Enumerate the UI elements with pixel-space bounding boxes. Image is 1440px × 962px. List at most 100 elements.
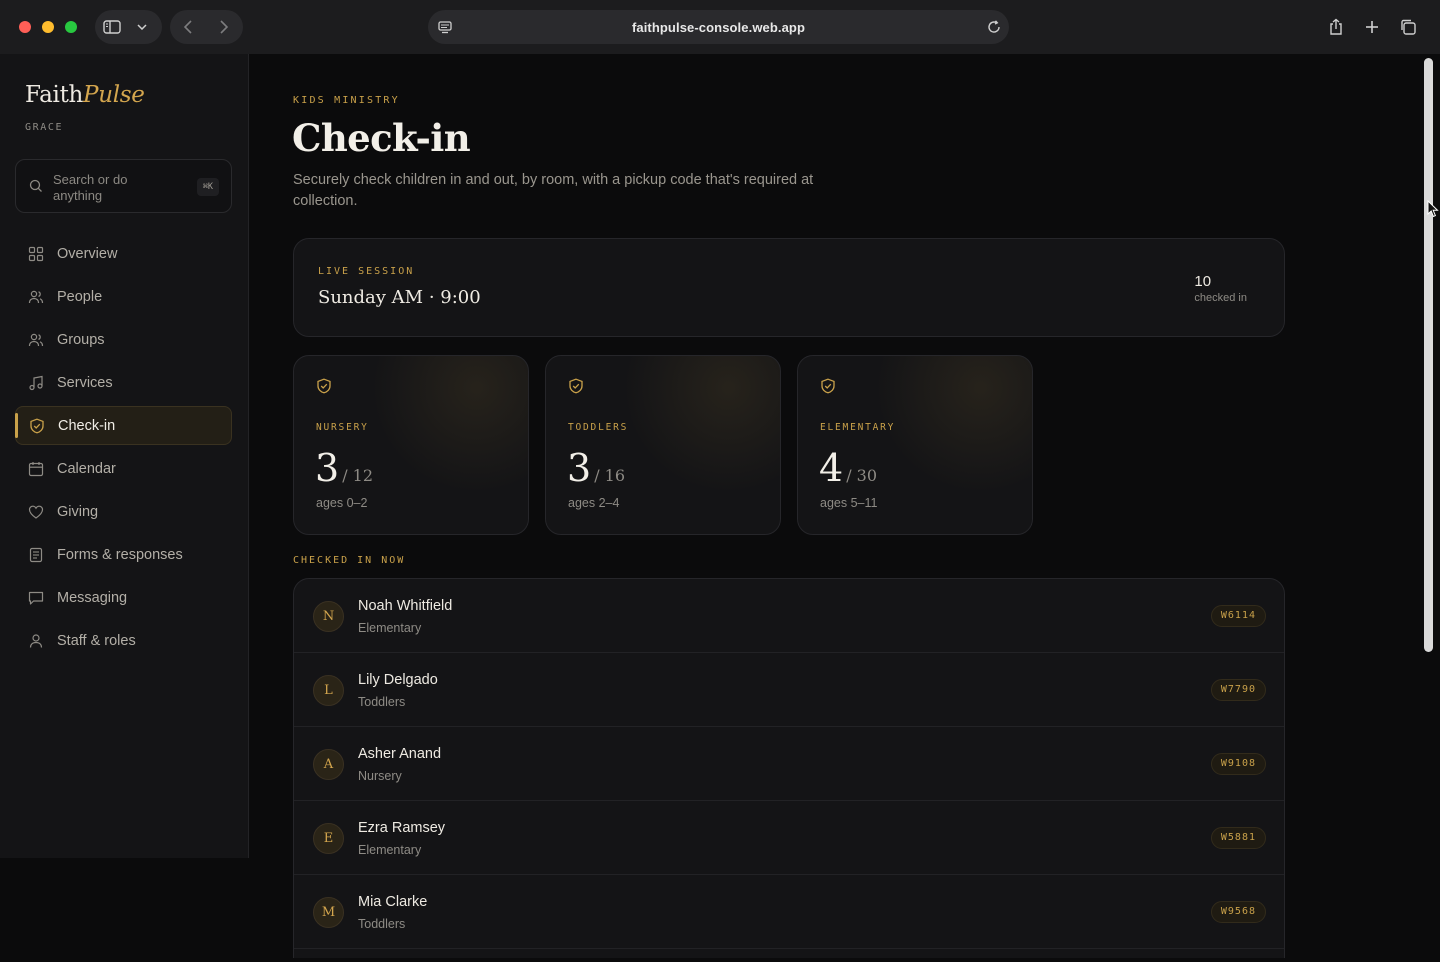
room-ages: ages 2–4	[568, 496, 620, 510]
plus-icon	[1366, 21, 1378, 33]
room-ages: ages 5–11	[820, 496, 878, 510]
search-icon	[29, 179, 42, 192]
close-window-button[interactable]	[19, 21, 31, 33]
room-capacity: / 16	[594, 466, 626, 485]
session-label: LIVE SESSION	[318, 266, 415, 277]
share-button[interactable]	[1319, 10, 1353, 44]
tab-group-dropdown[interactable]	[129, 10, 155, 44]
room-name: NURSERY	[316, 422, 369, 433]
sidebar-toggle-button[interactable]	[95, 10, 129, 44]
room-card-elementary[interactable]: ELEMENTARY 4/ 30 ages 5–11	[797, 355, 1033, 535]
pickup-code-badge: W7790	[1210, 679, 1266, 701]
child-name: Ezra Ramsey	[358, 820, 446, 836]
sidebar: FaithPulse GRACE Search or do anything ⌘…	[0, 54, 249, 858]
sidebar-item-services[interactable]: Services	[15, 363, 232, 402]
list-item[interactable]: A Asher Anand Nursery W9108	[294, 727, 1284, 801]
sidebar-item-messaging[interactable]: Messaging	[15, 578, 232, 617]
room-capacity: / 12	[342, 466, 374, 485]
room-card-toddlers[interactable]: TODDLERS 3/ 16 ages 2–4	[545, 355, 781, 535]
shield-check-icon	[317, 378, 331, 394]
checked-in-number: 10	[1194, 273, 1212, 290]
brand-main: Faith	[25, 82, 84, 108]
room-count: 3	[315, 446, 340, 490]
sidebar-item-groups[interactable]: Groups	[15, 320, 232, 359]
shield-check-icon	[569, 378, 583, 394]
room-occupancy: 3/ 12	[315, 446, 373, 490]
url-text: faithpulse-console.web.app	[631, 19, 806, 35]
minimize-window-button[interactable]	[42, 21, 54, 33]
tabs-icon	[1401, 19, 1416, 35]
sidebar-item-giving[interactable]: Giving	[15, 492, 232, 531]
heart-icon	[28, 504, 44, 520]
avatar: M	[313, 897, 344, 928]
list-item[interactable]: L Lily Delgado Toddlers W7790	[294, 653, 1284, 727]
back-button[interactable]	[170, 10, 206, 44]
room-ages: ages 0–2	[316, 496, 368, 510]
avatar: N	[313, 601, 344, 632]
site-settings-icon[interactable]	[436, 18, 454, 36]
child-name: Mia Clarke	[358, 894, 428, 910]
reload-icon[interactable]	[985, 18, 1003, 36]
pickup-code-badge: W6114	[1210, 605, 1266, 627]
page-scrollbar-thumb[interactable]	[1424, 58, 1433, 652]
sidebar-item-staff-roles[interactable]: Staff & roles	[15, 621, 232, 660]
sidebar-item-people[interactable]: People	[15, 277, 232, 316]
brand-logo[interactable]: FaithPulse	[25, 82, 145, 108]
document-icon	[28, 547, 44, 563]
chevron-left-icon	[184, 20, 192, 34]
avatar: L	[313, 675, 344, 706]
sidebar-item-label: Overview	[57, 245, 118, 262]
child-room: Toddlers	[358, 695, 406, 709]
list-item[interactable]: N Noah Whitfield Elementary W6114	[294, 579, 1284, 653]
sidebar-item-label: Services	[57, 374, 113, 391]
room-name: TODDLERS	[568, 422, 629, 433]
list-item[interactable]: M Mia Clarke Toddlers W9568	[294, 875, 1284, 949]
search-placeholder: Search or do anything	[53, 172, 128, 203]
pickup-code-badge: W5881	[1210, 827, 1266, 849]
live-session-card[interactable]: LIVE SESSION Sunday AM · 9:00 10 checked…	[293, 238, 1285, 337]
checked-in-count: 10 checked in	[1194, 273, 1247, 304]
search-input[interactable]: Search or do anything ⌘K	[15, 159, 232, 213]
sidebar-item-forms-responses[interactable]: Forms & responses	[15, 535, 232, 574]
child-name: Lily Delgado	[358, 672, 438, 688]
sidebar-item-label: Calendar	[57, 460, 116, 477]
address-bar[interactable]: faithpulse-console.web.app	[428, 10, 1009, 44]
forward-button[interactable]	[206, 10, 242, 44]
room-card-nursery[interactable]: NURSERY 3/ 12 ages 0–2	[293, 355, 529, 535]
page-description: Securely check children in and out, by r…	[293, 172, 814, 209]
chevron-right-icon	[220, 20, 228, 34]
new-tab-button[interactable]	[1355, 10, 1389, 44]
sidebar-item-label: Staff & roles	[57, 632, 136, 649]
checked-in-section-label: CHECKED IN NOW	[293, 555, 406, 566]
sidebar-item-label: People	[57, 288, 103, 305]
checked-in-caption: checked in	[1194, 292, 1247, 304]
message-icon	[28, 590, 44, 606]
list-item[interactable]: E Ezra Ramsey Elementary W5881	[294, 801, 1284, 875]
avatar: A	[313, 749, 344, 780]
avatar: E	[313, 823, 344, 854]
sidebar-item-check-in[interactable]: Check-in	[15, 406, 232, 445]
room-capacity: / 30	[846, 466, 878, 485]
sidebar-item-overview[interactable]: Overview	[15, 234, 232, 273]
people-icon	[28, 289, 44, 305]
shield-check-icon	[29, 418, 45, 434]
sidebar-icon	[103, 20, 121, 34]
shield-check-icon	[821, 378, 835, 394]
page-eyebrow: KIDS MINISTRY	[293, 95, 400, 106]
organization-name: GRACE	[25, 122, 64, 133]
sidebar-item-calendar[interactable]: Calendar	[15, 449, 232, 488]
zoom-window-button[interactable]	[65, 21, 77, 33]
person-icon	[28, 633, 44, 649]
room-count: 4	[819, 446, 844, 490]
history-nav-group	[170, 10, 243, 44]
main-content: KIDS MINISTRY Check-in Securely check ch…	[250, 54, 1420, 958]
sidebar-item-label: Messaging	[57, 589, 128, 606]
browser-toolbar: faithpulse-console.web.app	[0, 0, 1440, 54]
checked-in-list: N Noah Whitfield Elementary W6114 L Lily…	[293, 578, 1285, 958]
sidebar-item-label: Check-in	[58, 417, 116, 434]
share-icon	[1330, 18, 1342, 35]
tab-overview-button[interactable]	[1391, 10, 1425, 44]
room-cards: NURSERY 3/ 12 ages 0–2 TODDLERS 3/ 16 ag…	[293, 355, 1033, 535]
calendar-icon	[28, 461, 44, 477]
room-name: ELEMENTARY	[820, 422, 896, 433]
